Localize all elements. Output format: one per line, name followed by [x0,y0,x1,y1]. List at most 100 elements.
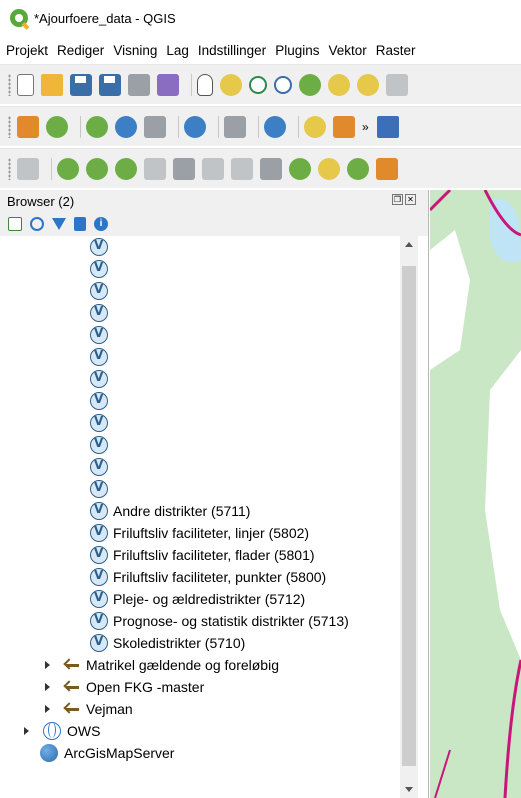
vector-layer-item[interactable] [90,346,113,368]
filter-icon[interactable] [52,218,66,230]
zoom-native-icon[interactable] [386,73,408,96]
browser-scrollbar[interactable] [400,236,418,798]
properties-info-icon[interactable]: i [94,217,108,231]
vector-layer-item[interactable] [90,434,113,456]
expand-arrow-icon[interactable] [45,661,50,669]
vector-layer-item[interactable] [90,456,113,478]
add-selected-layers-icon[interactable] [8,217,22,231]
menu-projekt[interactable]: Projekt [6,43,48,58]
vector-layer-icon [90,480,108,498]
help-icon[interactable] [376,115,399,138]
vector-layer-item[interactable] [90,258,113,280]
expand-arrow-icon[interactable] [45,683,50,691]
connection-icon [64,702,80,716]
scroll-up-arrow-icon[interactable] [400,236,418,253]
vector-layer-item[interactable]: Friluftsliv faciliteter, linjer (5802) [90,522,309,544]
pan-icon[interactable] [197,73,213,96]
python-icon[interactable] [304,115,326,138]
menu-rediger[interactable]: Rediger [57,43,104,58]
reshape-icon[interactable] [289,157,311,180]
map-canvas[interactable] [430,190,521,798]
vector-layer-item[interactable] [90,412,113,434]
zoom-to-selection-icon[interactable] [328,73,350,96]
add-feature-icon[interactable] [57,157,79,180]
menu-vektor[interactable]: Vektor [328,43,366,58]
gps-icon[interactable] [144,115,166,138]
zoom-to-layer-icon[interactable] [357,73,379,96]
vector-layer-item[interactable]: Pleje- og ældredistrikter (5712) [90,588,305,610]
vector-layer-item[interactable]: Friluftsliv faciliteter, flader (5801) [90,544,315,566]
vector-layer-item[interactable] [90,390,113,412]
collapse-all-icon[interactable] [74,217,86,231]
zoom-full-icon[interactable] [299,73,321,96]
scrollbar-thumb[interactable] [402,266,416,766]
vector-layer-icon [90,392,108,410]
cut-icon[interactable] [173,157,195,180]
pan-to-selection-icon[interactable] [220,73,242,96]
select-icon[interactable] [17,157,39,180]
refresh-icon[interactable] [30,217,44,231]
processing-icon[interactable] [184,115,206,138]
vector-layer-item[interactable] [90,280,113,302]
browser-tree: Andre distrikter (5711) Friluftsliv facil… [0,236,400,798]
scroll-down-arrow-icon[interactable] [400,781,418,798]
node-tool-icon[interactable] [86,157,108,180]
delete-feature-icon[interactable] [144,157,166,180]
zoom-out-icon[interactable] [274,75,292,94]
vector-layer-item[interactable]: Skoledistrikter (5710) [90,632,245,654]
vector-layer-item[interactable] [90,368,113,390]
vector-layer-item[interactable] [90,236,113,258]
copy-icon[interactable] [202,157,224,180]
web-icon[interactable] [264,115,286,138]
layers-icon[interactable] [333,115,355,138]
split-icon[interactable] [260,157,282,180]
advanced-digitize-icon[interactable] [347,157,369,180]
scissors-icon[interactable] [376,157,398,180]
vector-layer-item-label: Pleje- og ældredistrikter (5712) [113,591,306,607]
toolbar-grip[interactable] [8,157,11,180]
arcgis-mapserver-item[interactable]: ArcGisMapServer [40,742,174,764]
new-project-icon[interactable] [17,73,34,96]
menu-plugins[interactable]: Plugins [275,43,319,58]
database-icon[interactable] [224,115,246,138]
toolbar-overflow-button[interactable]: » [362,120,369,134]
plugin-icon[interactable] [46,115,68,138]
new-vector-icon[interactable] [86,115,108,138]
menu-visning[interactable]: Visning [113,43,157,58]
vector-layer-item[interactable] [90,324,113,346]
vector-layer-icon [90,238,108,256]
close-panel-button[interactable]: ✕ [405,194,416,205]
paste-icon[interactable] [231,157,253,180]
menu-indstillinger[interactable]: Indstillinger [198,43,266,58]
toolbar-grip[interactable] [8,73,11,96]
vector-layer-item[interactable]: Andre distrikter (5711) [90,500,250,522]
zoom-in-icon[interactable] [249,75,267,94]
open-project-icon[interactable] [41,73,63,96]
offset-icon[interactable] [318,157,340,180]
vector-layer-item[interactable]: Friluftsliv faciliteter, punkter (5800) [90,566,326,588]
save-project-icon[interactable] [70,73,92,96]
menu-lag[interactable]: Lag [166,43,189,58]
edit-pencil-icon[interactable] [115,115,137,138]
menu-raster[interactable]: Raster [376,43,416,58]
digitize-icon[interactable] [17,115,39,138]
toolbar-grip[interactable] [8,115,11,138]
connection-item[interactable]: Vejman [45,698,133,720]
qgis-logo-icon [10,9,28,27]
style-manager-icon[interactable] [157,73,179,96]
connection-item-label: Open FKG -master [86,679,205,695]
float-panel-button[interactable]: ❐ [392,194,403,205]
connection-item[interactable]: Matrikel gældende og foreløbig [45,654,279,676]
move-feature-icon[interactable] [115,157,137,180]
save-as-icon[interactable] [99,73,121,96]
vector-layer-item[interactable]: Prognose- og statistik distrikter (5713) [90,610,349,632]
ows-item[interactable]: OWS [24,720,100,742]
vector-layer-item[interactable] [90,478,113,500]
expand-arrow-icon[interactable] [45,705,50,713]
ows-item-label: OWS [67,723,101,739]
toolbar-separator [191,73,192,96]
print-layout-icon[interactable] [128,73,150,96]
connection-item[interactable]: Open FKG -master [45,676,204,698]
expand-arrow-icon[interactable] [24,727,29,735]
vector-layer-item[interactable] [90,302,113,324]
